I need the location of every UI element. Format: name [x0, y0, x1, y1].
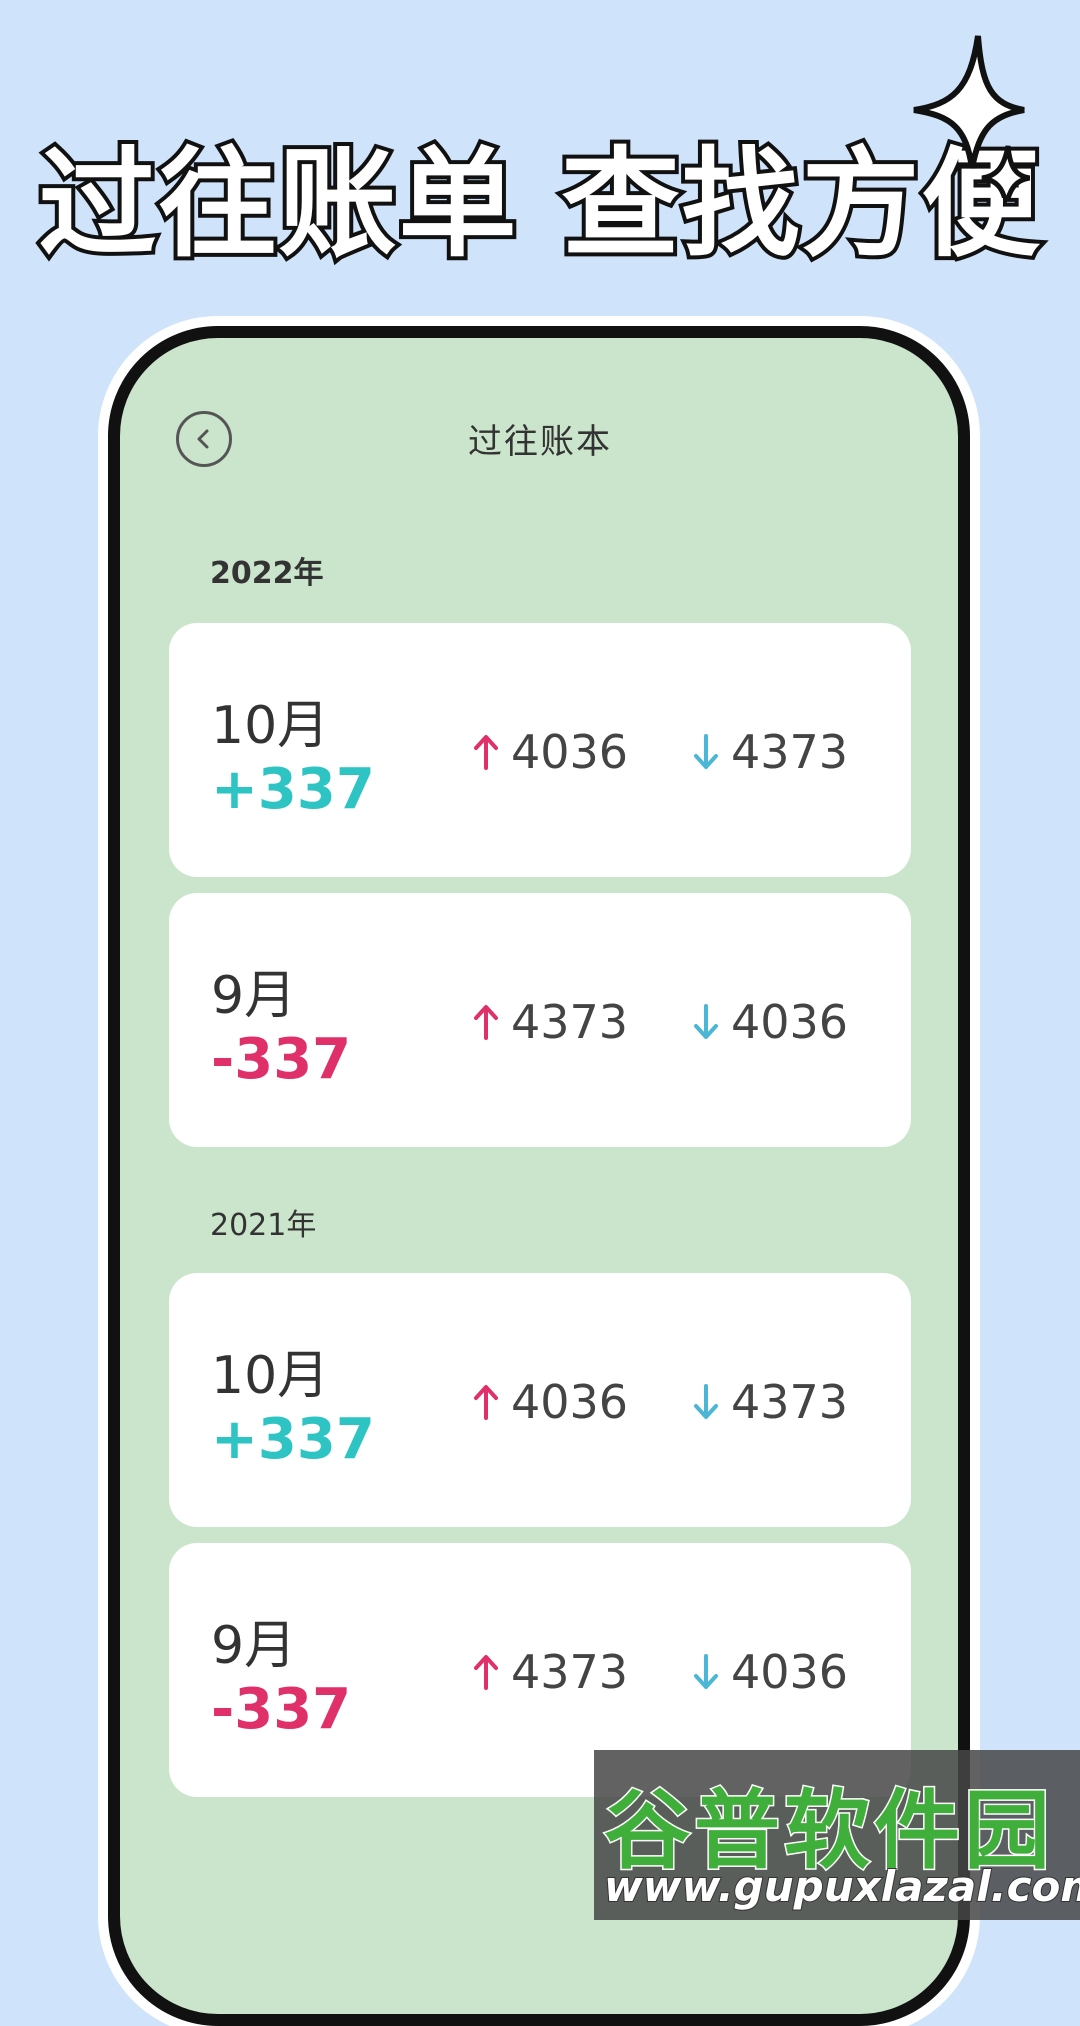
- balance-delta: +337: [211, 1407, 375, 1472]
- income-stat: 4373: [471, 995, 628, 1049]
- month-card[interactable]: 10月 +337 4036 4373: [169, 623, 911, 877]
- income-stat: 4373: [471, 1645, 628, 1699]
- income-value: 4373: [511, 995, 629, 1049]
- arrow-up-icon: [474, 735, 498, 770]
- income-stat: 4036: [471, 725, 628, 779]
- month-label: 10月: [211, 696, 330, 756]
- expense-value: 4036: [731, 1645, 849, 1699]
- month-label: 9月: [211, 966, 297, 1026]
- expense-value: 4373: [731, 725, 849, 779]
- year-header: 2022年: [210, 556, 324, 591]
- income-stat: 4036: [471, 1375, 628, 1429]
- expense-stat: 4373: [691, 725, 848, 779]
- expense-value: 4373: [731, 1375, 849, 1429]
- balance-delta: +337: [211, 757, 375, 822]
- arrow-down-icon: [694, 1654, 718, 1689]
- arrow-up-icon: [474, 1655, 498, 1690]
- expense-stat: 4036: [691, 1645, 848, 1699]
- arrow-down-icon: [694, 1004, 718, 1039]
- page-title: 过往账本: [468, 422, 612, 462]
- month-card[interactable]: 9月 -337 4373 4036: [169, 893, 911, 1147]
- month-label: 9月: [211, 1616, 297, 1676]
- month-label: 10月: [211, 1346, 330, 1406]
- watermark-url: www.gupuxlazal.com: [603, 1861, 1080, 1912]
- year-header: 2021年: [210, 1208, 317, 1243]
- income-value: 4036: [511, 725, 629, 779]
- income-value: 4036: [511, 1375, 629, 1429]
- expense-value: 4036: [731, 995, 849, 1049]
- arrow-up-icon: [474, 1005, 498, 1040]
- arrow-down-icon: [694, 734, 718, 769]
- expense-stat: 4373: [691, 1375, 848, 1429]
- balance-delta: -337: [211, 1027, 352, 1092]
- watermark: 谷普软件园 www.gupuxlazal.com: [594, 1750, 1080, 1920]
- expense-stat: 4036: [691, 995, 848, 1049]
- income-value: 4373: [511, 1645, 629, 1699]
- arrow-up-icon: [474, 1385, 498, 1420]
- month-card[interactable]: 10月 +337 4036 4373: [169, 1273, 911, 1527]
- sparkle-icon: [913, 35, 1030, 198]
- arrow-down-icon: [694, 1384, 718, 1419]
- balance-delta: -337: [211, 1677, 352, 1742]
